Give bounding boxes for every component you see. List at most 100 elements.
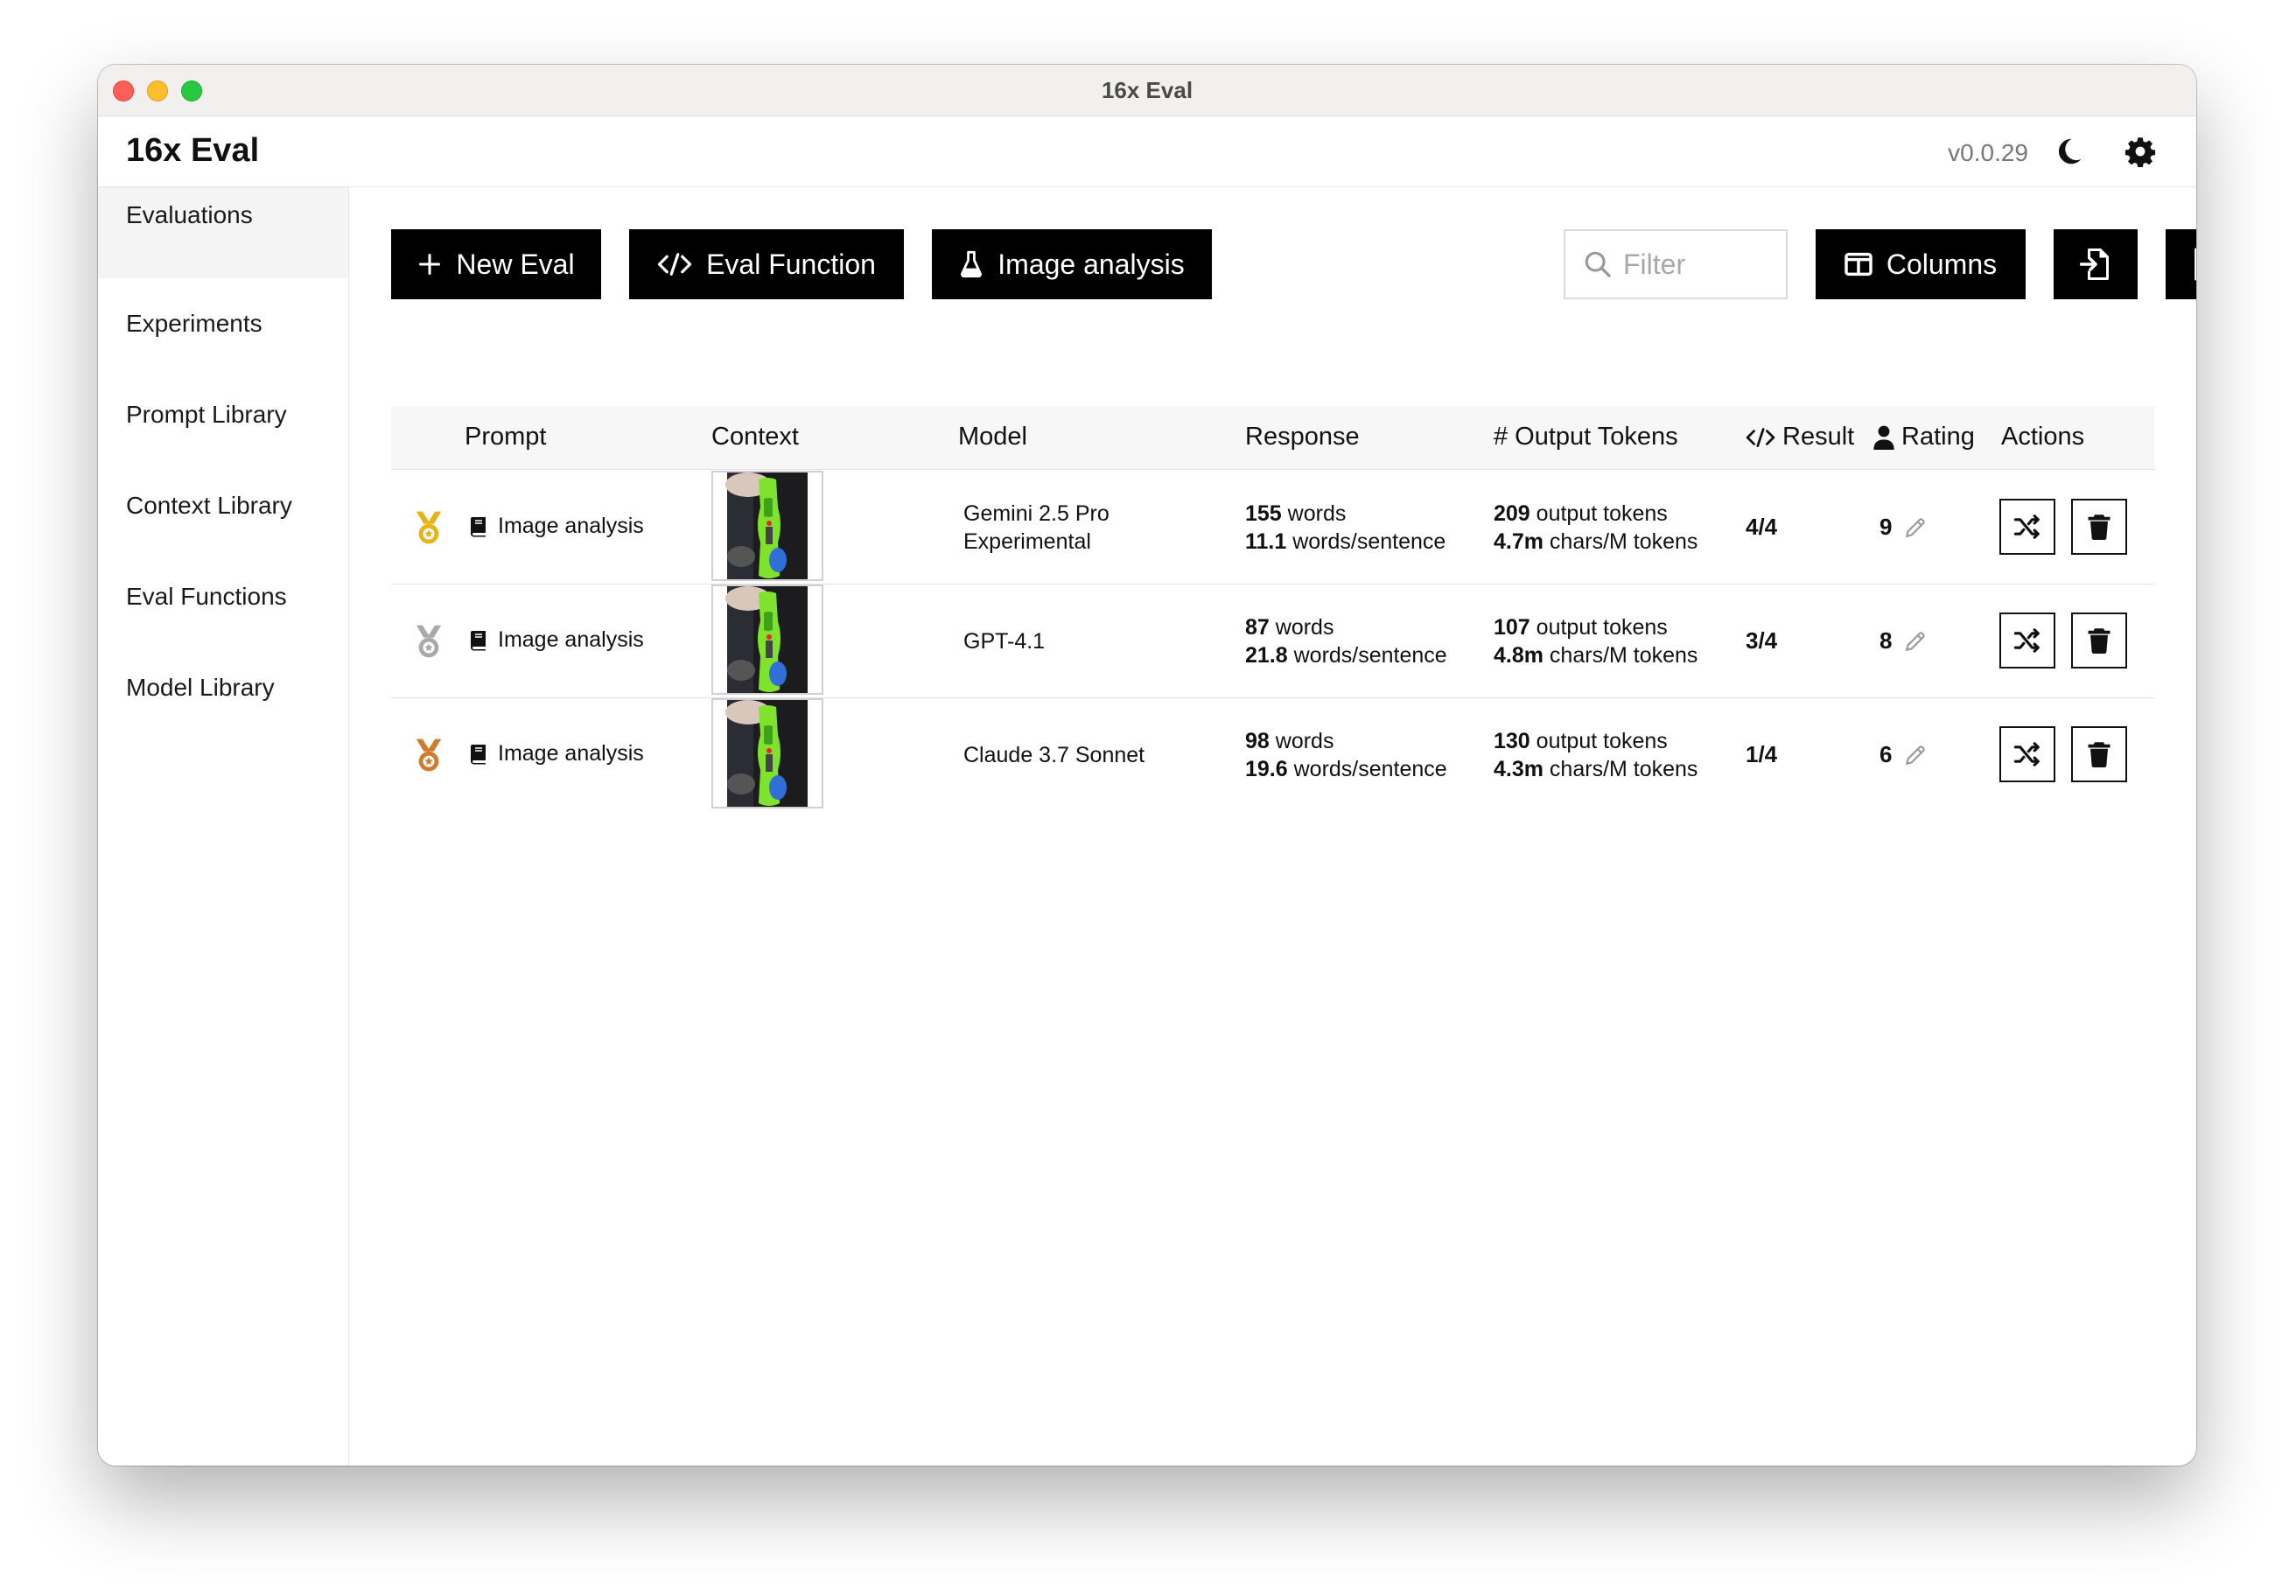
context-image [713,586,822,693]
output-token-count: 107 [1494,615,1530,640]
header-context[interactable]: Context [711,423,799,452]
header-rating[interactable]: Rating [1873,423,1975,452]
table-row[interactable]: Image analysis [391,584,2155,698]
shuffle-icon [2013,514,2040,539]
rating-cell[interactable]: 8 [1880,627,1927,654]
rating-cell[interactable]: 9 [1880,514,1927,541]
chars-per-token-label: chars/M tokens [1543,757,1698,781]
word-count-label: words [1269,729,1334,753]
moon-icon[interactable] [2053,136,2084,167]
experiment-label: Image analysis [998,248,1185,280]
experiment-button[interactable]: Image analysis [932,229,1212,299]
word-count-label: words [1281,501,1347,526]
word-count: 98 [1245,729,1270,753]
table-row[interactable]: Image analysis [391,470,2155,584]
word-count: 87 [1245,615,1270,640]
model-name-line1: Gemini 2.5 Pro [963,501,1110,526]
table-row[interactable]: Image analysis [391,697,2155,811]
eval-function-button[interactable]: Eval Function [629,229,904,299]
result-value: 1/4 [1746,741,1778,767]
words-per-sentence: 21.8 [1245,643,1288,668]
sidebar-item-experiments[interactable]: Experiments [98,278,348,369]
rating-value: 9 [1880,514,1893,540]
rerun-button[interactable] [1999,612,2055,668]
main-content: New Eval Eval Function Image analysis Co… [349,187,2196,1466]
export-button[interactable] [2166,229,2196,299]
columns-button[interactable]: Columns [1816,229,2026,299]
prompt-label: Image analysis [498,741,644,766]
gear-icon[interactable] [2124,136,2156,167]
columns-icon [1844,252,1872,276]
delete-button[interactable] [2071,726,2127,782]
header-response[interactable]: Response [1245,423,1360,452]
model-name-line1: GPT-4.1 [963,629,1046,654]
plus-icon [419,253,441,276]
sidebar: Evaluations Experiments Prompt Library C… [98,187,349,1466]
book-icon [471,744,486,764]
shuffle-icon [2013,628,2040,653]
model-name-line1: Claude 3.7 Sonnet [963,743,1145,767]
shuffle-icon [2013,742,2040,766]
book-icon [471,516,486,536]
prompt-cell[interactable]: Image analysis [470,741,644,766]
context-image-thumbnail[interactable] [711,584,823,695]
header-output-tokens[interactable]: # Output Tokens [1494,423,1678,452]
header-result-label: Result [1782,423,1855,451]
search-icon [1585,251,1611,277]
chars-per-token-label: chars/M tokens [1543,529,1698,554]
context-image-thumbnail[interactable] [711,698,823,808]
app-window: 16x Eval 16x Eval v0.0.29 Evaluations Ex… [98,65,2196,1466]
prompt-cell[interactable]: Image analysis [470,514,644,539]
model-cell: Claude 3.7 Sonnet [963,741,1144,769]
model-name-line2: Experimental [963,529,1091,554]
sidebar-item-evaluations[interactable]: Evaluations [98,187,348,278]
table-header: Prompt Context Model Response # Output T… [391,406,2155,470]
sidebar-item-prompt-library[interactable]: Prompt Library [98,369,348,460]
output-token-count: 209 [1494,501,1530,526]
filter-input[interactable] [1623,248,1772,281]
result-value: 4/4 [1746,514,1778,540]
import-button[interactable] [2054,229,2138,299]
context-image [713,700,822,807]
user-icon [1873,425,1894,450]
response-cell: 155 words 11.1 words/sentence [1245,500,1446,556]
bronze-medal-icon [416,738,442,772]
words-per-sentence: 19.6 [1245,757,1288,781]
prompt-label: Image analysis [498,627,644,652]
rerun-button[interactable] [1999,499,2055,555]
output-tokens-cell: 209 output tokens 4.7m chars/M tokens [1494,500,1698,556]
sidebar-item-eval-functions[interactable]: Eval Functions [98,551,348,642]
context-image-thumbnail[interactable] [711,471,823,581]
output-token-count: 130 [1494,729,1530,753]
sidebar-item-context-library[interactable]: Context Library [98,460,348,551]
trash-icon [2088,514,2110,540]
file-import-icon [2080,248,2109,280]
delete-button[interactable] [2071,499,2127,555]
word-count: 155 [1245,501,1282,526]
rating-value: 6 [1880,741,1893,767]
filter-box[interactable] [1564,229,1788,299]
words-per-sentence: 11.1 [1245,529,1287,554]
new-eval-button[interactable]: New Eval [391,229,601,299]
file-export-icon [2194,248,2196,281]
rating-value: 8 [1880,627,1893,654]
delete-button[interactable] [2071,612,2127,668]
chars-per-token-label: chars/M tokens [1543,643,1698,668]
chars-per-token: 4.3m [1494,757,1544,781]
book-icon [471,630,486,650]
header-model[interactable]: Model [958,423,1027,452]
prompt-cell[interactable]: Image analysis [470,627,644,653]
rerun-button[interactable] [1999,726,2055,782]
chars-per-token: 4.8m [1494,643,1544,668]
header-result[interactable]: Result [1746,423,1854,452]
trash-icon [2088,742,2110,767]
header-prompt[interactable]: Prompt [465,423,546,452]
rating-cell[interactable]: 6 [1880,741,1927,768]
response-cell: 87 words 21.8 words/sentence [1245,613,1447,669]
pencil-icon[interactable] [1904,744,1927,766]
pencil-icon[interactable] [1904,630,1927,653]
header-rating-label: Rating [1901,423,1975,451]
pencil-icon[interactable] [1904,516,1927,539]
window-title: 16x Eval [1101,77,1194,103]
sidebar-item-model-library[interactable]: Model Library [98,642,348,733]
